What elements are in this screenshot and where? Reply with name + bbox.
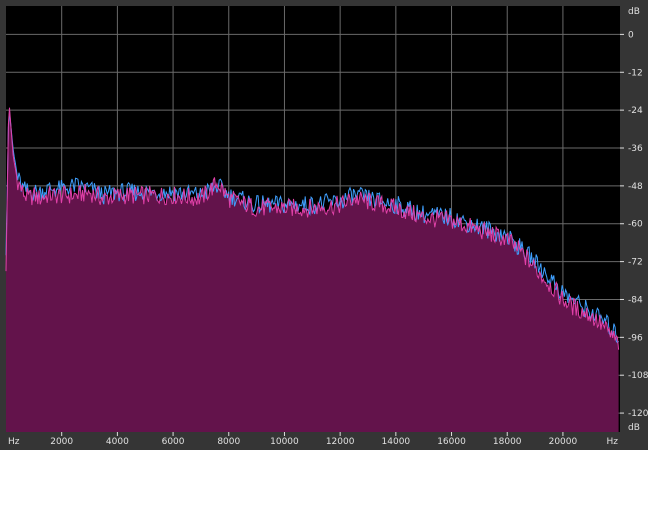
y-tick-label: -12 [628, 68, 643, 78]
y-tick-label: 0 [628, 30, 634, 40]
x-tick-label: 18000 [493, 437, 522, 447]
x-tick-label: 6000 [162, 437, 185, 447]
y-tick-label: -36 [628, 144, 643, 154]
y-tick-label: -84 [628, 295, 643, 305]
y-tick-label: -108 [628, 371, 648, 381]
x-tick-label: 4000 [106, 437, 129, 447]
x-unit-label-right: Hz [607, 437, 619, 447]
spectrum-analyzer-panel: 2000 4000 6000 8000 10000 12000 14000 16000 1800… [0, 0, 648, 450]
x-tick-label: 12000 [326, 437, 355, 447]
x-tick-label: 20000 [549, 437, 578, 447]
x-tick-label: 16000 [437, 437, 466, 447]
frequency-spectrum-chart: 2000 4000 6000 8000 10000 12000 14000 16000 1800… [5, 6, 648, 447]
x-tick-label: 2000 [50, 437, 73, 447]
x-tick-label: 14000 [382, 437, 411, 447]
y-tick-label: -60 [628, 220, 643, 230]
x-tick-label: 8000 [217, 437, 240, 447]
x-unit-label-left: Hz [8, 437, 20, 447]
y-tick-label: -48 [628, 182, 643, 192]
y-unit-label-bottom: dB [628, 423, 640, 433]
y-unit-label-top: dB [628, 7, 640, 17]
y-tick-label: -96 [628, 333, 643, 343]
x-tick-label: 10000 [270, 437, 299, 447]
y-tick-label: -24 [628, 106, 643, 116]
y-tick-label: -72 [628, 258, 643, 268]
y-tick-label: -120 [628, 409, 648, 419]
